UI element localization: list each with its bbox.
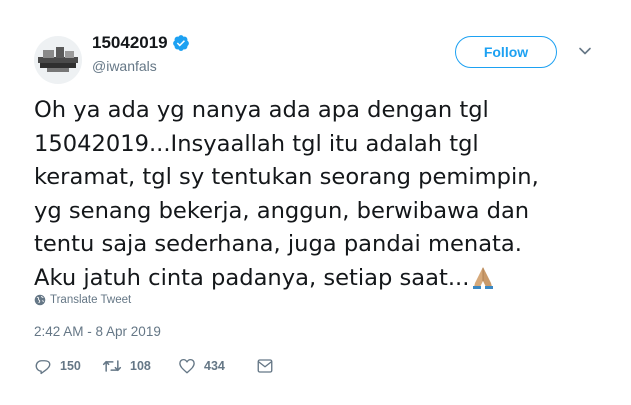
like-button[interactable]: 434 (178, 357, 256, 375)
like-count: 434 (204, 359, 225, 373)
folded-hands-icon (473, 266, 494, 289)
globe-icon (34, 294, 46, 306)
user-handle[interactable]: @iwanfals (92, 58, 157, 74)
retweet-icon (102, 360, 122, 372)
retweet-button[interactable]: 108 (102, 357, 178, 375)
translate-tweet-label: Translate Tweet (50, 294, 132, 306)
tweet-actions: 150 108 434 (34, 357, 282, 375)
tweet-line: keramat, tgl sy tentukan seorang pemimpi… (34, 164, 539, 191)
direct-message-button[interactable] (256, 357, 282, 375)
reply-icon (35, 360, 51, 375)
tweet-line: yg senang bekerja, anggun, berwibawa dan (34, 197, 530, 224)
retweet-count: 108 (130, 359, 151, 373)
reply-count: 150 (60, 359, 81, 373)
like-icon (179, 358, 195, 374)
tweet-line: tentu saja sederhana, juga pandai menata… (34, 231, 522, 258)
avatar[interactable] (34, 36, 82, 84)
direct-message-icon (257, 359, 273, 373)
follow-button[interactable]: Follow (455, 36, 557, 68)
verified-badge-icon (172, 35, 189, 51)
translate-tweet-link[interactable]: Translate Tweet (34, 294, 131, 306)
tweet-timestamp[interactable]: 2:42 AM - 8 Apr 2019 (34, 324, 161, 339)
tweet-line-last: Aku jatuh cinta padanya, setiap saat... (34, 262, 604, 296)
chevron-down-icon[interactable] (578, 44, 592, 58)
avatar-image (34, 36, 82, 84)
reply-button[interactable]: 150 (34, 357, 102, 375)
tweet-text: Oh ya ada yg nanya ada apa dengan tgl 150… (34, 94, 604, 296)
tweet-line: Oh ya ada yg nanya ada apa dengan tgl (34, 97, 489, 123)
tweet-line: 15042019...Insyaallah tgl itu adalah tgl (34, 130, 479, 157)
tweet-line: Aku jatuh cinta padanya, setiap saat... (34, 264, 470, 291)
display-name[interactable]: 15042019 (92, 33, 168, 53)
